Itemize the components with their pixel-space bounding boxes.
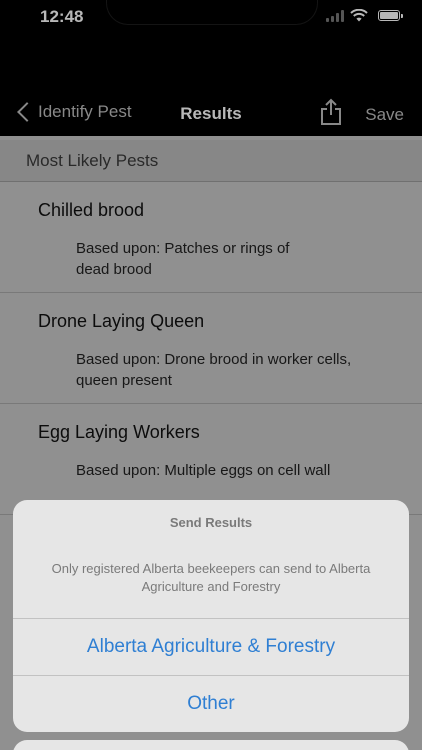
action-sheet-message: Only registered Alberta beekeepers can s… (33, 560, 389, 596)
action-sheet-title: Send Results (169, 515, 253, 530)
action-sheet-message-line: Only registered Alberta beekeepers can s… (51, 561, 371, 576)
device-screen: 12:48 Identify Pest Results Save Most Li… (0, 0, 422, 750)
other-button[interactable]: Other (13, 676, 409, 732)
send-results-action-sheet: Send Results Only registered Alberta bee… (13, 500, 409, 732)
action-sheet-message-line: Agriculture and Forestry (141, 579, 281, 594)
cancel-button[interactable] (13, 740, 409, 750)
alberta-agriculture-forestry-button[interactable]: Alberta Agriculture & Forestry (13, 619, 409, 675)
